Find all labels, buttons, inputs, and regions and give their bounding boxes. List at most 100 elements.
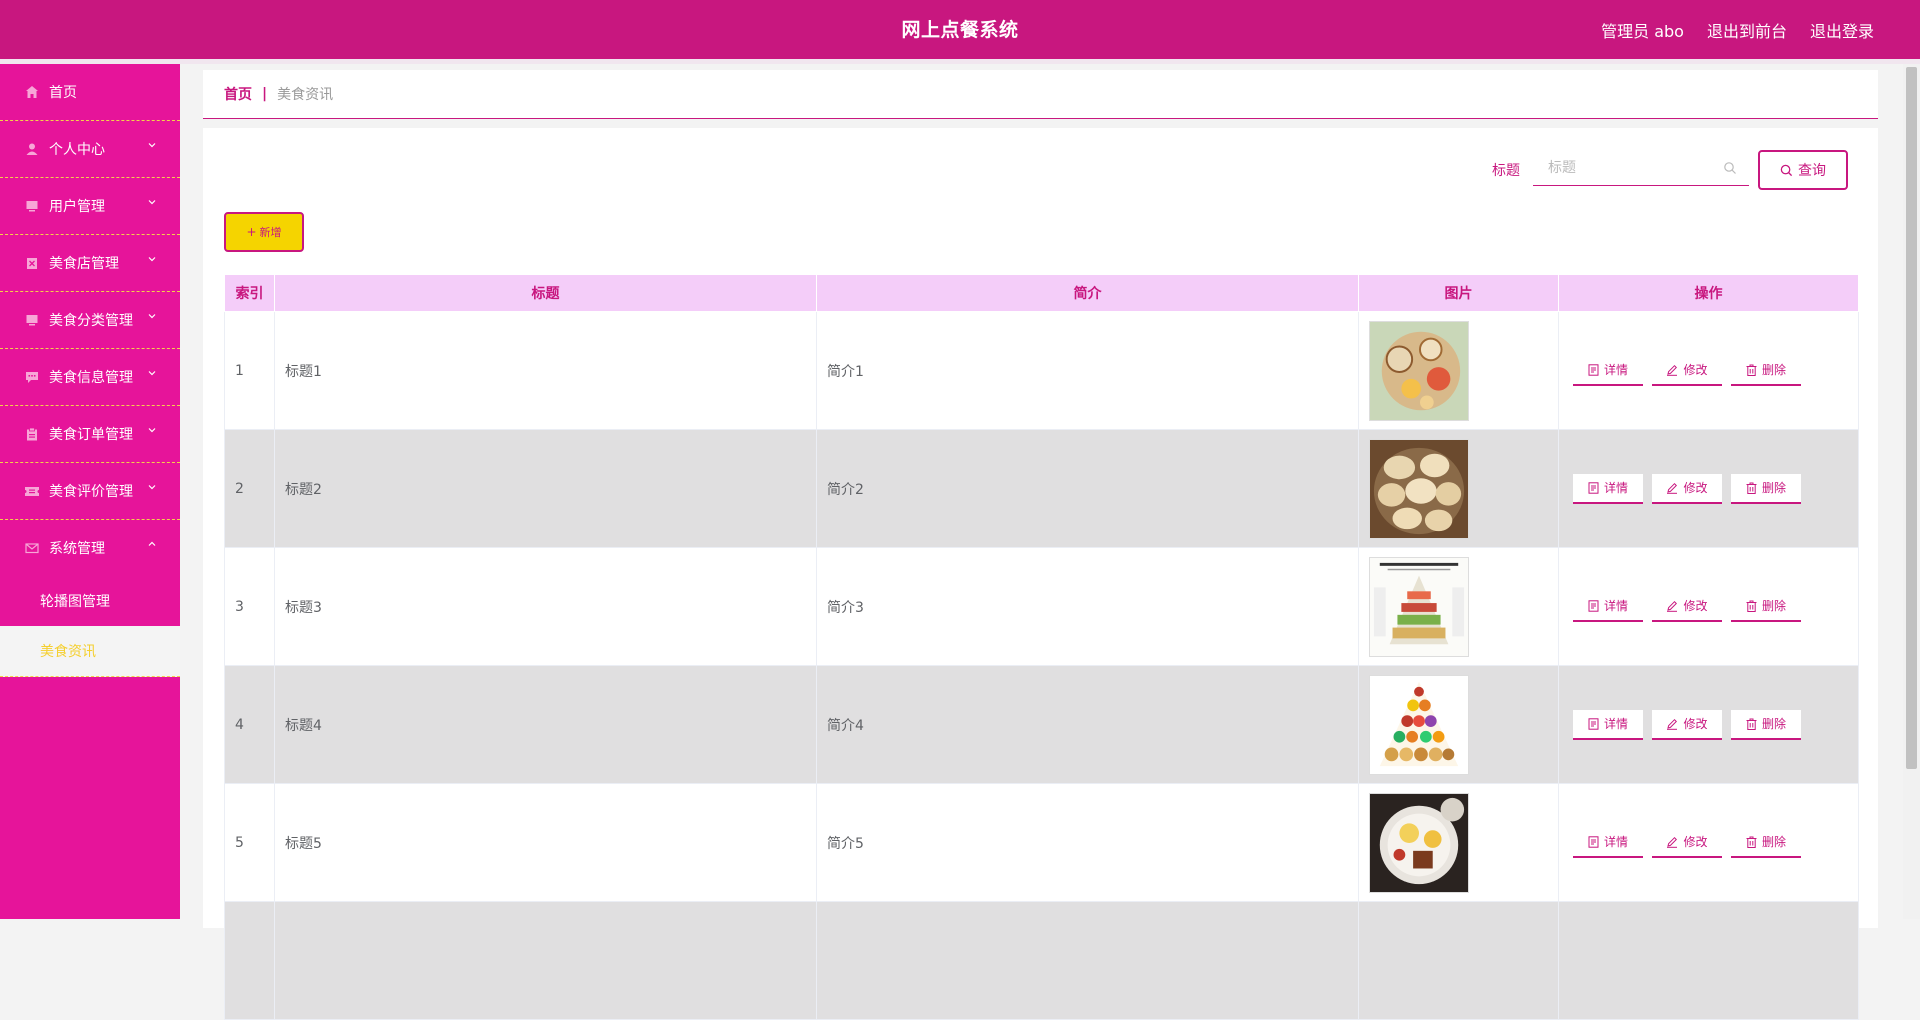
sidebar-item-store-management[interactable]: 美食店管理 (0, 235, 180, 292)
edit-button[interactable]: 修改 (1652, 709, 1722, 740)
add-button-label: 新增 (259, 226, 282, 239)
edit-button-label: 修改 (1683, 599, 1708, 613)
edit-pen-icon (1667, 718, 1678, 730)
mail-icon (24, 540, 40, 556)
content-panel: 标题 查询 + 新增 索引 标题 简介 图片 操作 1 标题1 简介1 (203, 128, 1878, 1020)
sidebar-item-order-management[interactable]: 美食订单管理 (0, 406, 180, 463)
document-icon (1588, 599, 1599, 612)
sidebar-subitem-food-news[interactable]: 美食资讯 (0, 626, 180, 677)
cell-image (1358, 429, 1559, 548)
page-scrollbar-thumb[interactable] (1906, 67, 1917, 769)
header-links: 管理员 abo 退出到前台 退出登录 (1601, 0, 1874, 59)
edit-pen-icon (1667, 364, 1678, 376)
breadcrumb: 首页 | 美食资讯 (203, 70, 1878, 119)
chevron-up-icon (148, 541, 156, 546)
edit-button[interactable]: 修改 (1652, 473, 1722, 504)
search-icon (1724, 162, 1736, 174)
cell-actions: 详情 修改 删除 (1558, 311, 1859, 430)
table-header-row: 索引 标题 简介 图片 操作 (224, 274, 1859, 312)
trash-icon (1746, 600, 1757, 612)
edit-pen-icon (1667, 600, 1678, 612)
home-icon (24, 84, 40, 100)
sidebar-item-food-info-management[interactable]: 美食信息管理 (0, 349, 180, 406)
detail-button-label: 详情 (1603, 599, 1628, 613)
delete-button-label: 删除 (1761, 481, 1786, 495)
sidebar-subitem-carousel[interactable]: 轮播图管理 (0, 576, 180, 626)
edit-button-label: 修改 (1683, 363, 1708, 377)
detail-button[interactable]: 详情 (1573, 473, 1643, 504)
delete-button[interactable]: 删除 (1731, 827, 1801, 858)
delete-button[interactable]: 删除 (1731, 591, 1801, 622)
edit-button[interactable]: 修改 (1652, 355, 1722, 386)
delete-button[interactable]: 删除 (1731, 355, 1801, 386)
cell-title: 标题2 (274, 429, 817, 548)
trash-icon (1746, 836, 1757, 848)
cell-index (224, 901, 275, 1020)
search-label: 标题 (1492, 163, 1520, 179)
dumplings-photo (1369, 438, 1469, 539)
cell-intro: 简介2 (816, 429, 1359, 548)
column-header-index: 索引 (224, 274, 275, 312)
column-header-image: 图片 (1358, 274, 1559, 312)
trash-icon (1746, 718, 1757, 730)
breadcrumb-home-link[interactable]: 首页 (224, 84, 252, 104)
breadcrumb-current: 美食资讯 (277, 87, 334, 103)
cell-index: 2 (224, 429, 275, 548)
delete-button[interactable]: 删除 (1731, 709, 1801, 740)
sidebar-item-label: 美食分类管理 (49, 313, 133, 329)
delete-button-label: 删除 (1761, 717, 1786, 731)
sidebar-subitem-label: 美食资讯 (40, 644, 96, 660)
sidebar-item-user-management[interactable]: 用户管理 (0, 178, 180, 235)
sidebar-item-review-management[interactable]: 美食评价管理 (0, 463, 180, 520)
query-button-label: 查询 (1798, 163, 1826, 179)
query-button[interactable]: 查询 (1758, 150, 1848, 190)
sidebar-item-personal-center[interactable]: 个人中心 (0, 121, 180, 178)
chevron-down-icon (148, 314, 156, 319)
detail-button[interactable]: 详情 (1573, 827, 1643, 858)
clipboard-icon (24, 426, 40, 442)
store-icon (24, 255, 40, 271)
delete-button-label: 删除 (1761, 835, 1786, 849)
back-to-frontend-link[interactable]: 退出到前台 (1707, 18, 1787, 42)
edit-button[interactable]: 修改 (1652, 591, 1722, 622)
sidebar-item-home[interactable]: 首页 (0, 64, 180, 121)
breakfast-plate-photo (1369, 792, 1469, 893)
title-search-input[interactable] (1533, 150, 1749, 186)
cell-title: 标题4 (274, 665, 817, 784)
document-icon (1588, 835, 1599, 848)
cell-image (1358, 783, 1559, 902)
sidebar-item-label: 用户管理 (49, 199, 105, 215)
add-button[interactable]: + 新增 (224, 212, 304, 252)
cell-index: 3 (224, 547, 275, 666)
ticket-icon (24, 483, 40, 499)
detail-button[interactable]: 详情 (1573, 709, 1643, 740)
sidebar-item-label: 系统管理 (49, 541, 105, 557)
breadcrumb-separator: | (262, 86, 268, 102)
cell-title (274, 901, 817, 1020)
system-submenu: 轮播图管理 美食资讯 (0, 576, 180, 677)
monitor-icon (24, 312, 40, 328)
delete-button[interactable]: 删除 (1731, 473, 1801, 504)
edit-button[interactable]: 修改 (1652, 827, 1722, 858)
cell-index: 5 (224, 783, 275, 902)
cell-actions (1558, 901, 1859, 1020)
food-news-table: 索引 标题 简介 图片 操作 1 标题1 简介1 详情 修改 删除 2 标题2 … (224, 274, 1859, 1020)
detail-button-label: 详情 (1603, 717, 1628, 731)
food-pyramid-illustration (1369, 674, 1469, 775)
sidebar-item-category-management[interactable]: 美食分类管理 (0, 292, 180, 349)
chevron-down-icon (148, 371, 156, 376)
detail-button[interactable]: 详情 (1573, 355, 1643, 386)
search-icon (1780, 164, 1793, 176)
sidebar-item-system-management[interactable]: 系统管理 (0, 520, 180, 576)
cell-actions: 详情 修改 删除 (1558, 665, 1859, 784)
document-icon (1588, 481, 1599, 494)
chat-icon (24, 369, 40, 385)
sidebar-item-label: 美食订单管理 (49, 427, 133, 443)
table-row (224, 901, 1859, 1020)
logout-link[interactable]: 退出登录 (1810, 18, 1874, 42)
detail-button-label: 详情 (1603, 363, 1628, 377)
detail-button[interactable]: 详情 (1573, 591, 1643, 622)
cell-intro (816, 901, 1359, 1020)
cell-actions: 详情 修改 删除 (1558, 547, 1859, 666)
trash-icon (1746, 482, 1757, 494)
